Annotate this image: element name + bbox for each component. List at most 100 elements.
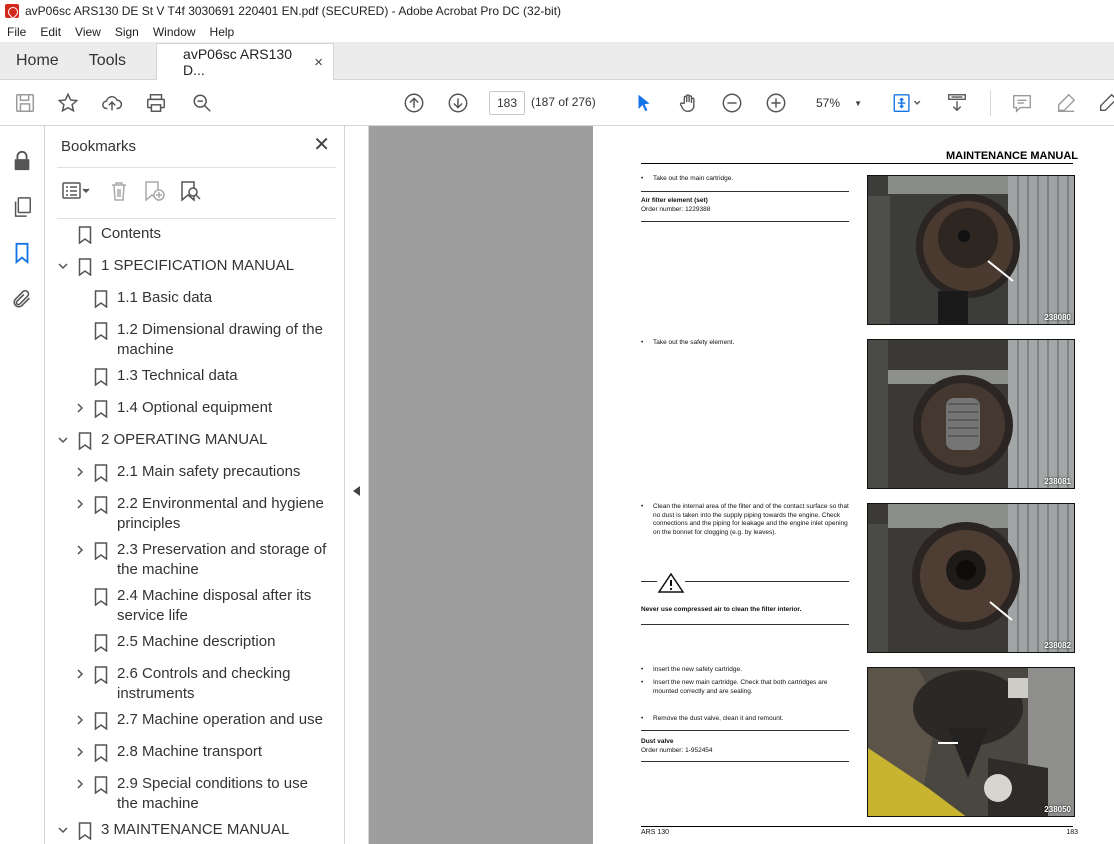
bookmark-item[interactable]: 1.3 Technical data	[45, 366, 327, 386]
bookmark-item[interactable]: 1.4 Optional equipment	[45, 398, 327, 418]
scroll-mode-icon[interactable]	[945, 91, 969, 115]
upload-icon[interactable]	[100, 91, 124, 115]
chevron-right-icon[interactable]	[74, 714, 86, 726]
left-rail	[0, 126, 45, 844]
bookmark-label: 2.9 Special conditions to use the machin…	[117, 775, 308, 812]
fit-page-icon[interactable]	[890, 91, 926, 115]
menu-help[interactable]: Help	[203, 25, 242, 39]
bookmark-star-icon[interactable]	[56, 91, 80, 115]
bookmark-item[interactable]: 2 OPERATING MANUAL	[45, 430, 327, 450]
warning-text: Never use compressed air to clean the fi…	[641, 606, 802, 613]
bookmark-label: 1.4 Optional equipment	[117, 399, 273, 416]
attachments-icon[interactable]	[11, 288, 33, 310]
step-text: • Insert the new main cartridge. Check th…	[641, 679, 828, 695]
page-number-input[interactable]: 183	[489, 91, 525, 115]
bookmark-item[interactable]: 2.3 Preservation and storage of the mach…	[45, 540, 327, 580]
footer-page-number: 183	[1066, 829, 1078, 836]
menu-edit[interactable]: Edit	[33, 25, 68, 39]
prev-page-icon[interactable]	[402, 91, 426, 115]
photo-main-cartridge: 238080	[867, 175, 1075, 325]
chevron-down-icon[interactable]	[57, 260, 69, 272]
footer-rule	[641, 826, 1073, 827]
select-cursor-icon[interactable]	[632, 91, 656, 115]
window-title: avP06sc ARS130 DE St V T4f 3030691 22040…	[25, 4, 562, 18]
bookmark-item[interactable]: Contents	[45, 224, 327, 244]
panel-splitter[interactable]	[345, 126, 369, 844]
highlight-icon[interactable]	[1054, 91, 1078, 115]
draw-icon[interactable]	[1096, 91, 1114, 115]
find-bookmark-icon[interactable]	[178, 180, 202, 202]
zoom-in-icon[interactable]	[764, 91, 788, 115]
title-bar: avP06sc ARS130 DE St V T4f 3030691 22040…	[0, 0, 1114, 22]
warning-row	[641, 572, 849, 596]
bookmark-label: 3 MAINTENANCE MANUAL	[101, 821, 290, 838]
close-icon[interactable]: ✕	[313, 135, 330, 155]
bookmark-icon	[94, 322, 108, 340]
lock-icon[interactable]	[11, 150, 33, 172]
chevron-right-icon[interactable]	[74, 402, 86, 414]
bookmark-item[interactable]: 2.7 Machine operation and use	[45, 710, 327, 730]
bookmark-label: 2.7 Machine operation and use	[117, 711, 323, 728]
acrobat-icon	[5, 4, 19, 18]
bookmark-item[interactable]: 1.2 Dimensional drawing of the machine	[45, 320, 327, 360]
panel-divider	[57, 167, 336, 168]
bookmark-item[interactable]: 2.2 Environmental and hygiene principles	[45, 494, 327, 534]
bookmark-icon	[94, 666, 108, 684]
menu-file[interactable]: File	[0, 25, 33, 39]
pages-icon[interactable]	[11, 196, 33, 218]
toolbar: 183 (187 of 276) 57% ▼	[0, 80, 1114, 126]
tab-document[interactable]: avP06sc ARS130 D... ×	[156, 43, 335, 80]
photo-dust-valve: 238050	[867, 667, 1075, 817]
step-text: • Insert the new safety cartridge.	[641, 666, 742, 673]
bookmark-icon	[78, 432, 92, 450]
bookmark-item[interactable]: 1 SPECIFICATION MANUAL	[45, 256, 327, 276]
chevron-right-icon[interactable]	[74, 544, 86, 556]
bookmark-item[interactable]: 2.5 Machine description	[45, 632, 327, 652]
bookmarks-icon[interactable]	[11, 242, 33, 264]
document-viewer[interactable]: MAINTENANCE MANUAL • Take out the main ca…	[369, 126, 1114, 844]
bookmark-item[interactable]: 2.9 Special conditions to use the machin…	[45, 774, 327, 814]
chevron-right-icon[interactable]	[74, 746, 86, 758]
menu-window[interactable]: Window	[146, 25, 203, 39]
chevron-down-icon[interactable]	[57, 434, 69, 446]
bookmark-item[interactable]: 3 MAINTENANCE MANUAL	[45, 820, 327, 840]
rule	[641, 761, 849, 762]
find-icon[interactable]	[190, 91, 214, 115]
collapse-panel-icon[interactable]	[353, 486, 360, 496]
warning-icon	[657, 572, 685, 593]
chevron-right-icon[interactable]	[74, 466, 86, 478]
chevron-down-icon[interactable]	[57, 824, 69, 836]
bookmark-icon	[94, 744, 108, 762]
rule	[641, 191, 849, 192]
menu-sign[interactable]: Sign	[108, 25, 146, 39]
delete-icon[interactable]	[108, 180, 130, 202]
part-label: Air filter element (set) Order number: 1…	[641, 197, 849, 214]
print-icon[interactable]	[144, 91, 168, 115]
bookmark-item[interactable]: 1.1 Basic data	[45, 288, 327, 308]
pdf-page: MAINTENANCE MANUAL • Take out the main ca…	[593, 126, 1114, 844]
step-text: • Take out the main cartridge.	[641, 175, 734, 182]
next-page-icon[interactable]	[446, 91, 470, 115]
bookmark-item[interactable]: 2.6 Controls and checking instruments	[45, 664, 327, 704]
chevron-right-icon[interactable]	[74, 668, 86, 680]
chevron-right-icon[interactable]	[74, 778, 86, 790]
tab-tools[interactable]: Tools	[75, 42, 142, 79]
bookmark-item[interactable]: 2.4 Machine disposal after its service l…	[45, 586, 327, 626]
bookmark-item[interactable]: 2.8 Machine transport	[45, 742, 327, 762]
comment-icon[interactable]	[1010, 91, 1034, 115]
zoom-out-icon[interactable]	[720, 91, 744, 115]
chevron-right-icon[interactable]	[74, 498, 86, 510]
hand-icon[interactable]	[676, 91, 700, 115]
rule	[641, 730, 849, 731]
save-icon[interactable]	[13, 91, 37, 115]
tab-home[interactable]: Home	[0, 42, 75, 79]
part-label: Dust valve Order number: 1-952454	[641, 738, 849, 755]
bookmark-item[interactable]: 2.1 Main safety precautions	[45, 462, 327, 482]
new-bookmark-icon[interactable]	[142, 180, 166, 202]
zoom-select[interactable]: 57% ▼	[806, 91, 868, 115]
options-menu-icon[interactable]	[60, 180, 92, 202]
part-title: Air filter element (set)	[641, 197, 708, 204]
menu-view[interactable]: View	[68, 25, 108, 39]
bookmark-icon	[94, 542, 108, 560]
close-tab-icon[interactable]: ×	[314, 54, 323, 71]
